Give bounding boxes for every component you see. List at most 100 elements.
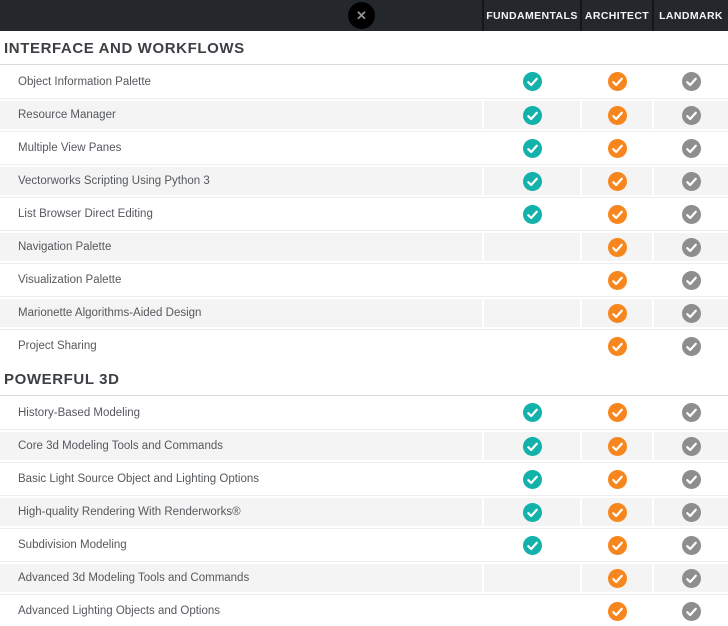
comparison-topbar: ✕ FUNDAMENTALS ARCHITECT LANDMARK xyxy=(0,0,728,31)
feature-row: Project Sharing xyxy=(0,329,728,362)
check-cell-landmark xyxy=(652,231,728,263)
column-headers: FUNDAMENTALS ARCHITECT LANDMARK xyxy=(482,0,728,31)
check-cell-landmark xyxy=(652,330,728,362)
feature-row: Subdivision Modeling xyxy=(0,528,728,561)
check-cell-architect xyxy=(580,99,652,131)
check-circle-icon xyxy=(681,601,701,621)
check-cell-fundamentals xyxy=(482,396,580,429)
check-cell-landmark xyxy=(652,595,728,626)
check-cell-architect xyxy=(580,231,652,263)
feature-name: Navigation Palette xyxy=(18,241,112,253)
check-cell-landmark xyxy=(652,297,728,329)
check-circle-icon xyxy=(522,105,542,125)
check-cell-fundamentals xyxy=(482,65,580,98)
check-cell-landmark xyxy=(652,65,728,98)
close-button[interactable]: ✕ xyxy=(348,2,375,29)
check-cell-fundamentals xyxy=(482,562,580,594)
check-cell-architect xyxy=(580,65,652,98)
check-cell-architect xyxy=(580,297,652,329)
feature-comparison-page: ✕ FUNDAMENTALS ARCHITECT LANDMARK INTERF… xyxy=(0,0,728,626)
check-cell-fundamentals xyxy=(482,231,580,263)
check-circle-icon xyxy=(681,204,701,224)
check-circle-icon xyxy=(607,436,627,456)
check-circle-icon xyxy=(607,535,627,555)
check-circle-icon xyxy=(681,502,701,522)
feature-name: High-quality Rendering With Renderworks® xyxy=(18,506,241,518)
check-cell-landmark xyxy=(652,496,728,528)
feature-row: Advanced Lighting Objects and Options xyxy=(0,594,728,626)
section-title: INTERFACE AND WORKFLOWS xyxy=(0,31,728,65)
section-title: POWERFUL 3D xyxy=(0,362,728,396)
check-circle-icon xyxy=(522,535,542,555)
check-circle-icon xyxy=(607,303,627,323)
check-cell-fundamentals xyxy=(482,297,580,329)
feature-name: List Browser Direct Editing xyxy=(18,208,153,220)
check-circle-icon xyxy=(607,138,627,158)
check-cell-landmark xyxy=(652,264,728,296)
feature-name: Visualization Palette xyxy=(18,274,122,286)
check-cell-landmark xyxy=(652,198,728,230)
check-circle-icon xyxy=(681,403,701,422)
check-circle-icon xyxy=(681,469,701,489)
column-header-fundamentals: FUNDAMENTALS xyxy=(482,0,580,31)
feature-row: Multiple View Panes xyxy=(0,131,728,164)
check-cell-fundamentals xyxy=(482,595,580,626)
check-cell-fundamentals xyxy=(482,430,580,462)
check-cell-architect xyxy=(580,562,652,594)
feature-row: Resource Manager xyxy=(0,98,728,131)
check-circle-icon xyxy=(681,171,701,191)
check-circle-icon xyxy=(607,502,627,522)
check-cell-architect xyxy=(580,264,652,296)
feature-name: History-Based Modeling xyxy=(18,406,141,419)
feature-name: Subdivision Modeling xyxy=(18,539,127,551)
check-circle-icon xyxy=(681,303,701,323)
feature-row: List Browser Direct Editing xyxy=(0,197,728,230)
check-cell-fundamentals xyxy=(482,330,580,362)
feature-row: Navigation Palette xyxy=(0,230,728,263)
feature-row: Core 3d Modeling Tools and Commands xyxy=(0,429,728,462)
check-cell-landmark xyxy=(652,396,728,429)
check-circle-icon xyxy=(522,403,542,422)
check-cell-fundamentals xyxy=(482,496,580,528)
check-circle-icon xyxy=(681,72,701,91)
comparison-table: INTERFACE AND WORKFLOWS Object Informatio… xyxy=(0,31,728,626)
column-header-landmark: LANDMARK xyxy=(652,0,728,31)
check-cell-architect xyxy=(580,132,652,164)
check-cell-architect xyxy=(580,595,652,626)
feature-row: Vectorworks Scripting Using Python 3 xyxy=(0,164,728,197)
check-circle-icon xyxy=(522,138,542,158)
check-circle-icon xyxy=(607,72,627,91)
feature-name: Advanced Lighting Objects and Options xyxy=(18,605,221,617)
check-circle-icon xyxy=(681,535,701,555)
check-circle-icon xyxy=(522,469,542,489)
check-cell-landmark xyxy=(652,529,728,561)
check-cell-landmark xyxy=(652,430,728,462)
check-cell-fundamentals xyxy=(482,529,580,561)
check-cell-architect xyxy=(580,198,652,230)
close-icon: ✕ xyxy=(356,8,367,23)
check-cell-landmark xyxy=(652,132,728,164)
check-cell-fundamentals xyxy=(482,99,580,131)
check-cell-fundamentals xyxy=(482,463,580,495)
check-cell-architect xyxy=(580,330,652,362)
check-circle-icon xyxy=(522,72,542,91)
check-cell-architect xyxy=(580,496,652,528)
check-cell-architect xyxy=(580,396,652,429)
check-cell-architect xyxy=(580,463,652,495)
check-circle-icon xyxy=(681,105,701,125)
check-circle-icon xyxy=(607,171,627,191)
check-cell-fundamentals xyxy=(482,198,580,230)
feature-name: Vectorworks Scripting Using Python 3 xyxy=(18,175,210,187)
feature-name: Basic Light Source Object and Lighting O… xyxy=(18,473,260,485)
check-circle-icon xyxy=(681,270,701,290)
check-circle-icon xyxy=(522,436,542,456)
check-circle-icon xyxy=(522,204,542,224)
check-circle-icon xyxy=(681,436,701,456)
check-circle-icon xyxy=(607,336,627,356)
feature-name: Project Sharing xyxy=(18,340,97,352)
check-circle-icon xyxy=(681,138,701,158)
check-circle-icon xyxy=(607,237,627,257)
feature-name: Advanced 3d Modeling Tools and Commands xyxy=(18,572,250,584)
check-cell-architect xyxy=(580,430,652,462)
check-cell-architect xyxy=(580,165,652,197)
